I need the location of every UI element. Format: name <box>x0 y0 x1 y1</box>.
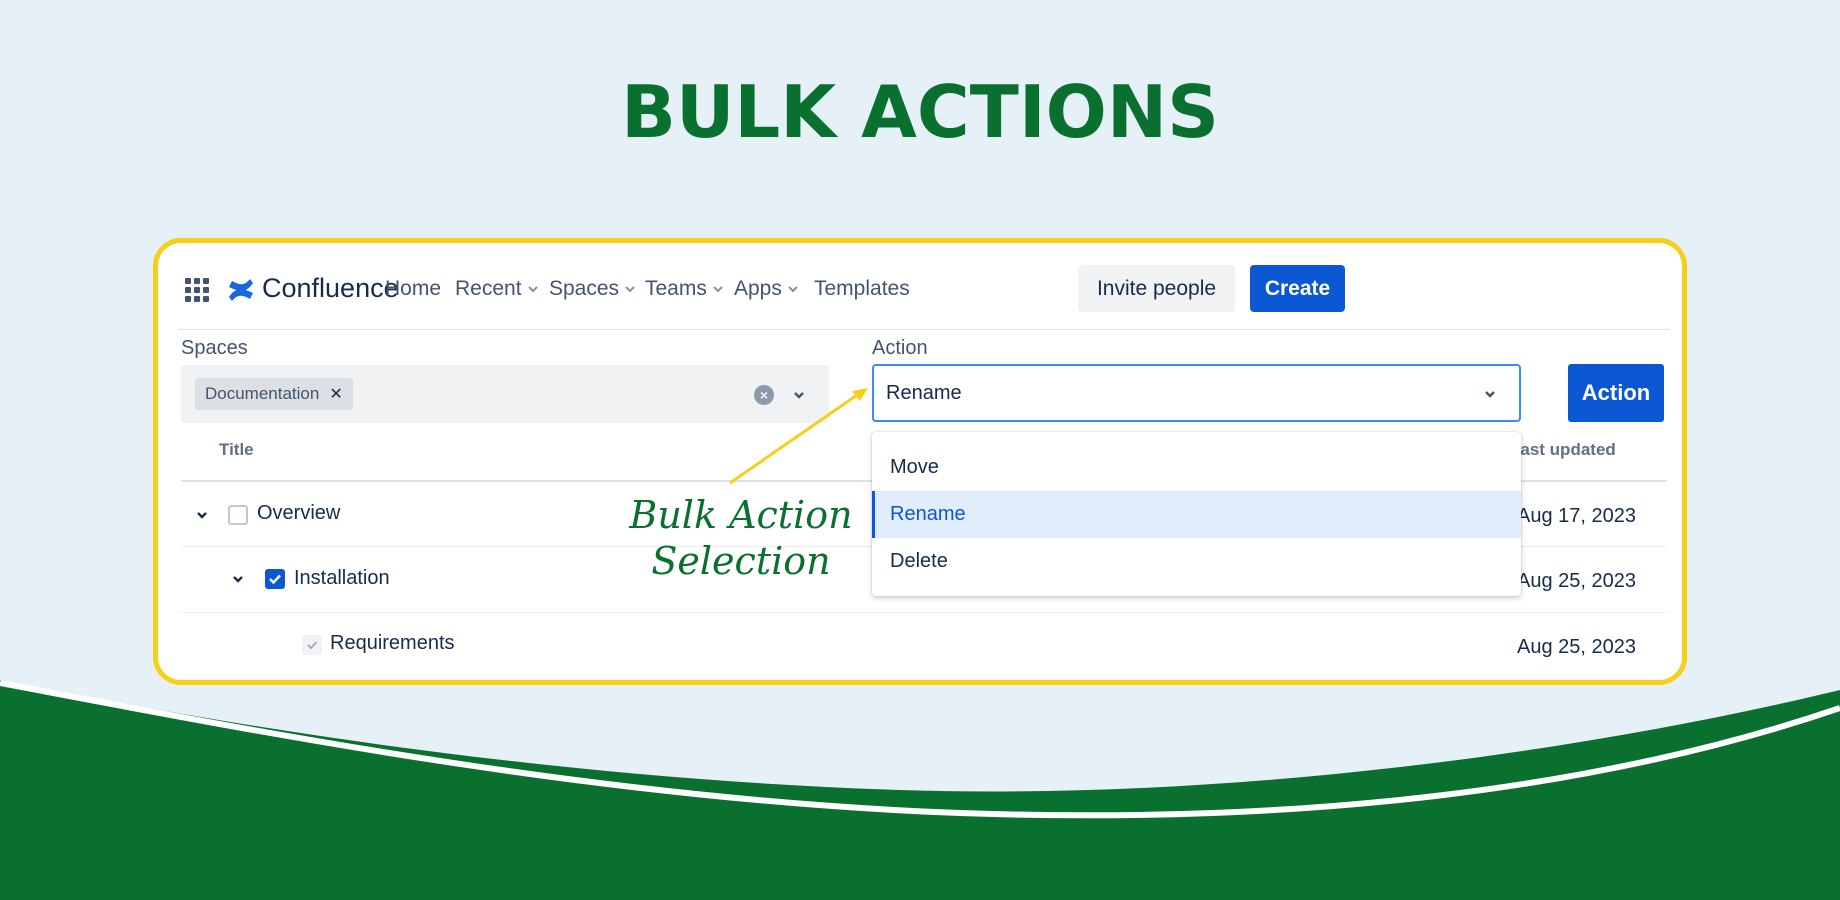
nav-divider <box>178 329 1670 330</box>
top-navigation: Confluence Home Recent Spaces Teams Apps… <box>158 243 1682 329</box>
chevron-down-icon <box>625 286 635 293</box>
chevron-down-icon <box>713 286 723 293</box>
bulk-action-annotation: Bulk Action Selection <box>591 492 891 584</box>
nav-apps[interactable]: Apps <box>734 277 800 301</box>
space-tag-documentation: Documentation ✕ <box>195 378 353 410</box>
invite-people-button[interactable]: Invite people <box>1078 265 1235 312</box>
action-select-value: Rename <box>886 382 962 404</box>
nav-home[interactable]: Home <box>385 277 441 301</box>
expand-chevron-icon[interactable] <box>194 507 210 523</box>
nav-recent-label: Recent <box>455 277 522 300</box>
nav-templates[interactable]: Templates <box>814 277 910 301</box>
dropdown-option-rename[interactable]: Rename <box>872 491 1521 538</box>
nav-teams[interactable]: Teams <box>645 277 725 301</box>
row-checkbox-overview[interactable] <box>228 505 248 525</box>
nav-recent[interactable]: Recent <box>455 277 540 301</box>
row-date-overview: Aug 17, 2023 <box>1517 505 1636 527</box>
row-title-installation[interactable]: Installation <box>294 567 390 590</box>
dropdown-option-move[interactable]: Move <box>872 444 1521 491</box>
annotation-line-2: Selection <box>651 539 831 583</box>
row-date-installation: Aug 25, 2023 <box>1517 570 1636 592</box>
spaces-field-label: Spaces <box>181 337 248 359</box>
space-tag-label: Documentation <box>205 384 320 403</box>
nav-apps-label: Apps <box>734 277 782 300</box>
expand-chevron-icon[interactable] <box>230 571 246 587</box>
chevron-down-icon[interactable] <box>791 387 807 403</box>
annotation-line-1: Bulk Action <box>629 493 853 537</box>
column-header-title[interactable]: Title <box>219 440 254 460</box>
nav-home-label: Home <box>385 277 442 300</box>
checkmark-icon <box>307 641 318 650</box>
slide-title: BULK ACTIONS <box>621 70 1219 154</box>
create-button[interactable]: Create <box>1250 265 1345 312</box>
clear-icon[interactable]: × <box>754 385 774 405</box>
chevron-down-icon[interactable] <box>1482 386 1498 402</box>
row-title-overview[interactable]: Overview <box>257 502 340 525</box>
app-switcher-icon[interactable] <box>185 278 209 302</box>
action-button[interactable]: Action <box>1568 364 1664 422</box>
row-title-requirements[interactable]: Requirements <box>330 632 455 655</box>
nav-spaces-label: Spaces <box>549 277 620 300</box>
nav-templates-label: Templates <box>814 277 910 300</box>
chevron-down-icon <box>527 286 538 293</box>
dropdown-option-delete[interactable]: Delete <box>872 538 1521 585</box>
row-date-requirements: Aug 25, 2023 <box>1517 636 1636 658</box>
checkmark-icon <box>269 574 281 585</box>
column-header-last-updated[interactable]: Last updated <box>1510 440 1616 460</box>
action-dropdown-menu: Move Rename Delete <box>872 432 1521 596</box>
spaces-select[interactable]: Documentation ✕ × <box>181 365 829 423</box>
nav-spaces[interactable]: Spaces <box>549 277 637 301</box>
row-divider <box>181 612 1667 613</box>
remove-tag-icon[interactable]: ✕ <box>329 384 342 404</box>
row-checkbox-installation[interactable] <box>265 569 285 589</box>
confluence-logo-icon <box>229 279 253 301</box>
action-field-label: Action <box>872 337 928 359</box>
row-checkbox-requirements <box>302 635 322 655</box>
confluence-screenshot-frame: Confluence Home Recent Spaces Teams Apps… <box>153 238 1687 685</box>
nav-teams-label: Teams <box>645 277 707 300</box>
chevron-down-icon <box>788 286 798 293</box>
action-select[interactable]: Rename <box>872 364 1521 422</box>
confluence-logo-text: Confluence <box>262 273 399 303</box>
